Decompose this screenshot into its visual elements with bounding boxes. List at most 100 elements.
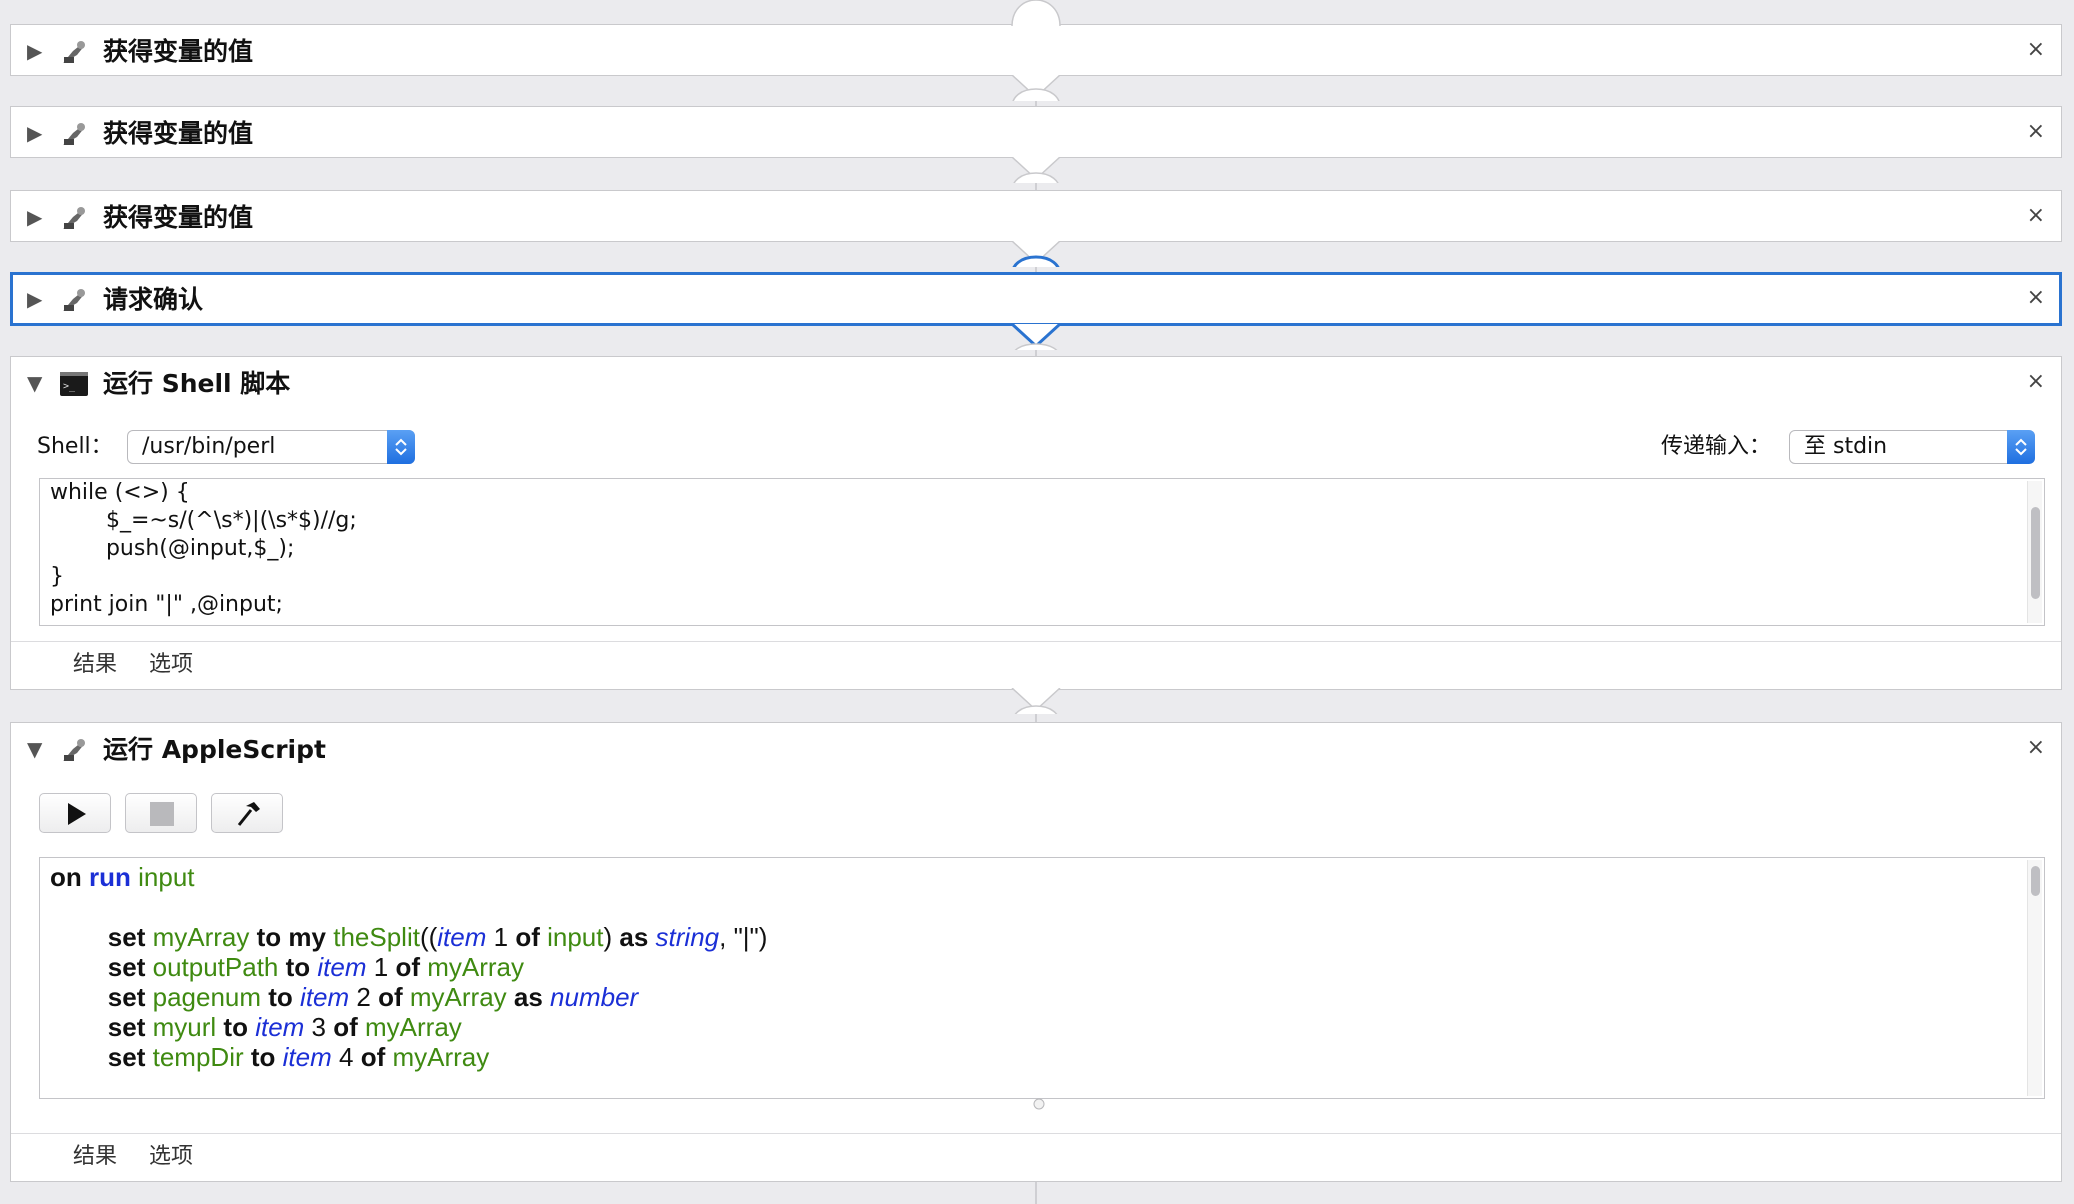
code-token: set (107, 952, 146, 982)
connector-notch (1011, 241, 1061, 267)
pass-input-select[interactable]: 至 stdin (1789, 430, 2035, 464)
connector-notch (1011, 157, 1061, 183)
code-line: push(@input,$_); (50, 536, 295, 561)
run-script-button[interactable] (39, 793, 111, 833)
code-token: my (288, 922, 326, 952)
applescript-editor[interactable]: on run input set myArray to my theSplit(… (39, 857, 2045, 1099)
action-run-shell-script[interactable]: ▼ >_ 运行 Shell 脚本 × Shell： /usr/bin/perl … (10, 356, 2062, 690)
disclosure-triangle-icon[interactable]: ▼ (27, 738, 42, 760)
code-token: myArray (392, 1042, 490, 1072)
code-token: to (268, 982, 293, 1012)
pass-input-label: 传递输入： (1661, 434, 1772, 459)
action-run-applescript[interactable]: ▼ 运行 AppleScript × on run input set myAr… (10, 722, 2062, 1182)
code-token: input (138, 862, 195, 892)
action-get-variable-2[interactable]: ▶ 获得变量的值 × (10, 106, 2062, 158)
code-token: of (395, 952, 420, 982)
vertical-scrollbar[interactable] (2027, 481, 2042, 623)
automator-robot-icon (63, 41, 85, 63)
code-line: on run input (50, 862, 195, 892)
code-token: of (378, 982, 403, 1012)
action-title-row[interactable]: ▶ 获得变量的值 × (11, 191, 2061, 243)
action-title: 运行 Shell 脚本 (103, 369, 291, 398)
vertical-scrollbar[interactable] (2027, 860, 2042, 1096)
close-action-button[interactable]: × (2027, 285, 2045, 311)
code-token: myurl (152, 1012, 217, 1042)
code-line: set tempDir to item 4 of myArray (50, 1042, 489, 1072)
action-title-row[interactable]: ▼ >_ 运行 Shell 脚本 × (11, 357, 2061, 409)
close-action-button[interactable]: × (2027, 37, 2045, 63)
disclosure-triangle-icon[interactable]: ▶ (27, 40, 42, 62)
code-token: , "|") (719, 922, 768, 952)
action-get-variable-3[interactable]: ▶ 获得变量的值 × (10, 190, 2062, 242)
code-token: to (223, 1012, 248, 1042)
svg-text:>_: >_ (63, 381, 76, 392)
code-token: run (89, 862, 131, 892)
footer-divider (11, 1133, 2061, 1134)
close-action-button[interactable]: × (2027, 119, 2045, 145)
code-token: set (107, 1042, 146, 1072)
disclosure-triangle-icon[interactable]: ▼ (27, 372, 42, 394)
connector-notch (1011, 75, 1061, 101)
code-line: while (<>) { (50, 480, 190, 505)
connector-notch (1011, 324, 1061, 350)
action-title-row[interactable]: ▼ 运行 AppleScript × (11, 723, 2061, 775)
tab-options[interactable]: 选项 (149, 1143, 193, 1171)
action-get-variable-1[interactable]: ▶ 获得变量的值 × (10, 24, 2062, 76)
scrollbar-thumb[interactable] (2031, 866, 2040, 896)
code-token: 1 (486, 922, 516, 952)
shell-script-editor[interactable]: while (<>) { $_=~s/(^\s*)|(\s*$)//g; pus… (39, 478, 2045, 626)
code-token: number (550, 982, 639, 1012)
code-token: string (655, 922, 720, 952)
action-title: 获得变量的值 (103, 37, 254, 66)
automator-robot-icon (63, 207, 85, 229)
action-title: 运行 AppleScript (103, 735, 326, 764)
tab-results[interactable]: 结果 (73, 651, 117, 679)
code-token: input (547, 922, 604, 952)
shell-label: Shell： (37, 434, 113, 459)
automator-robot-icon (63, 123, 85, 145)
code-token: outputPath (152, 952, 279, 982)
action-title: 请求确认 (103, 285, 204, 314)
code-token: theSplit (333, 922, 420, 952)
disclosure-triangle-icon[interactable]: ▶ (27, 288, 42, 310)
resize-handle-icon[interactable] (1032, 1097, 1046, 1111)
close-action-button[interactable]: × (2027, 203, 2045, 229)
stop-script-button[interactable] (125, 793, 197, 833)
code-token: tempDir (152, 1042, 244, 1072)
tab-results[interactable]: 结果 (73, 1143, 117, 1171)
tab-options[interactable]: 选项 (149, 651, 193, 679)
popup-stepper-icon (387, 430, 415, 464)
code-token: to (250, 1042, 276, 1072)
scrollbar-thumb[interactable] (2031, 507, 2040, 599)
close-action-button[interactable]: × (2027, 369, 2045, 395)
compile-script-button[interactable] (211, 793, 283, 833)
action-ask-confirmation[interactable]: ▶ 请求确认 × (10, 272, 2062, 326)
action-title-row[interactable]: ▶ 获得变量的值 × (11, 107, 2061, 159)
pass-input-select-value: 至 stdin (1804, 434, 1888, 459)
code-token: of (333, 1012, 358, 1042)
close-action-button[interactable]: × (2027, 735, 2045, 761)
code-token: of (515, 922, 540, 952)
stop-icon (150, 802, 174, 826)
footer-divider (11, 641, 2061, 642)
action-title-row[interactable]: ▶ 请求确认 × (13, 275, 2059, 327)
disclosure-triangle-icon[interactable]: ▶ (27, 122, 42, 144)
code-token: 1 (366, 952, 396, 982)
action-title: 获得变量的值 (103, 203, 254, 232)
shell-select[interactable]: /usr/bin/perl (127, 430, 415, 464)
action-title-row[interactable]: ▶ 获得变量的值 × (11, 25, 2061, 77)
disclosure-triangle-icon[interactable]: ▶ (27, 206, 42, 228)
